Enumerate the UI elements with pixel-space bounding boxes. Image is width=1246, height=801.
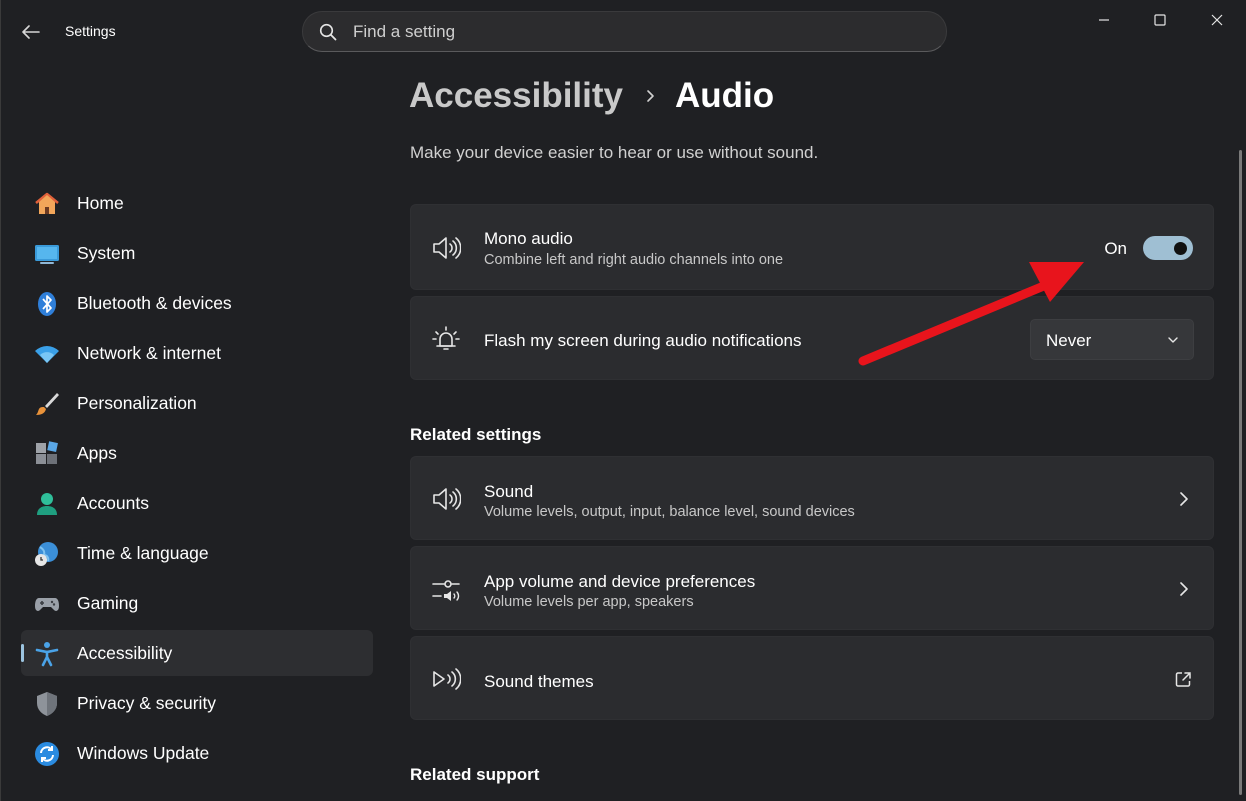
gamepad-icon xyxy=(35,598,59,611)
chevron-down-icon xyxy=(1168,337,1178,343)
sidebar-item-apps[interactable]: Apps xyxy=(21,430,373,476)
external-link-icon xyxy=(1175,672,1191,687)
minimize-icon xyxy=(1099,19,1109,21)
sidebar-item-home[interactable]: Home xyxy=(21,180,373,226)
speaker-icon xyxy=(433,237,461,259)
chevron-right-icon xyxy=(1180,492,1188,506)
sidebar-item-time-language[interactable]: Time & language xyxy=(21,530,373,576)
globe-clock-icon xyxy=(35,542,58,566)
back-arrow-icon xyxy=(22,25,40,39)
sidebar-item-label: Gaming xyxy=(77,592,139,613)
back-button[interactable] xyxy=(15,18,47,46)
sidebar-item-network[interactable]: Network & internet xyxy=(21,330,373,376)
breadcrumb-parent-link[interactable]: Accessibility xyxy=(409,76,623,116)
bell-flash-icon xyxy=(432,326,460,350)
setting-subtitle: Combine left and right audio channels in… xyxy=(484,252,784,268)
apps-icon xyxy=(36,441,58,464)
title-bar: Settings xyxy=(1,0,1246,62)
sidebar-item-windows-update[interactable]: Windows Update xyxy=(21,730,373,776)
bluetooth-icon xyxy=(38,292,56,316)
sidebar-item-gaming[interactable]: Gaming xyxy=(21,580,373,626)
mono-audio-toggle[interactable] xyxy=(1143,236,1193,260)
update-icon xyxy=(35,742,59,766)
sound-wave-icon xyxy=(433,668,461,690)
app-volume-link[interactable]: App volume and device preferences Volume… xyxy=(410,546,1214,630)
toggle-state-label: On xyxy=(1104,239,1127,258)
shield-icon xyxy=(37,692,57,716)
related-settings-heading: Related settings xyxy=(410,425,542,444)
close-icon xyxy=(1211,14,1223,26)
sidebar-item-label: Personalization xyxy=(77,392,197,413)
setting-title: Flash my screen during audio notificatio… xyxy=(484,331,802,350)
related-support-heading: Related support xyxy=(410,765,540,784)
accessibility-icon xyxy=(35,642,59,667)
settings-window: Settings Home xyxy=(0,0,1246,801)
page-description: Make your device easier to hear or use w… xyxy=(410,143,819,162)
mono-audio-setting: Mono audio Combine left and right audio … xyxy=(410,204,1214,290)
app-title: Settings xyxy=(65,23,116,39)
setting-title: Sound xyxy=(484,482,534,501)
sidebar-nav: Home System Bluetooth & devices Network … xyxy=(21,180,373,780)
sidebar-item-system[interactable]: System xyxy=(21,230,373,276)
sidebar-item-label: Windows Update xyxy=(77,742,210,763)
sidebar-item-personalization[interactable]: Personalization xyxy=(21,380,373,426)
setting-title: App volume and device preferences xyxy=(484,572,756,591)
sidebar-item-label: Apps xyxy=(77,442,117,463)
sidebar-item-label: Accounts xyxy=(77,492,149,513)
close-button[interactable] xyxy=(1189,0,1245,40)
toggle-knob xyxy=(1174,242,1187,255)
home-icon xyxy=(35,192,59,214)
setting-subtitle: Volume levels, output, input, balance le… xyxy=(484,504,855,520)
flash-screen-dropdown[interactable]: Never xyxy=(1030,319,1194,360)
search-input[interactable] xyxy=(353,21,913,42)
page-title: Audio xyxy=(675,76,775,115)
search-box[interactable] xyxy=(302,11,947,52)
sidebar-item-accounts[interactable]: Accounts xyxy=(21,480,373,526)
minimize-button[interactable] xyxy=(1076,0,1132,40)
sidebar-item-bluetooth[interactable]: Bluetooth & devices xyxy=(21,280,373,326)
setting-title: Mono audio xyxy=(484,229,573,248)
speaker-icon xyxy=(433,488,461,510)
chevron-right-icon xyxy=(1180,582,1188,596)
maximize-button[interactable] xyxy=(1132,0,1188,40)
sidebar-item-label: Accessibility xyxy=(77,642,173,663)
setting-title: Sound themes xyxy=(484,672,594,691)
maximize-icon xyxy=(1154,14,1166,26)
breadcrumb: Accessibility Audio xyxy=(409,72,774,120)
chevron-right-icon xyxy=(647,90,654,102)
sidebar-item-privacy-security[interactable]: Privacy & security xyxy=(21,680,373,726)
sidebar-item-accessibility[interactable]: Accessibility xyxy=(21,630,373,676)
sidebar-item-label: Time & language xyxy=(77,542,209,563)
app-volume-icon xyxy=(432,580,460,601)
sidebar-item-label: Privacy & security xyxy=(77,692,217,713)
setting-subtitle: Volume levels per app, speakers xyxy=(484,594,694,610)
sidebar-item-label: System xyxy=(77,242,136,263)
search-icon xyxy=(319,23,337,40)
sidebar-item-label: Bluetooth & devices xyxy=(77,292,232,313)
scrollbar[interactable] xyxy=(1239,150,1242,795)
sound-link[interactable]: Sound Volume levels, output, input, bala… xyxy=(410,456,1214,540)
wifi-icon xyxy=(35,346,59,363)
monitor-icon xyxy=(35,245,59,264)
sound-themes-link[interactable]: Sound themes xyxy=(410,636,1214,720)
flash-screen-setting: Flash my screen during audio notificatio… xyxy=(410,296,1214,380)
sidebar-item-label: Home xyxy=(77,192,124,213)
dropdown-value: Never xyxy=(1046,331,1092,350)
sidebar-item-label: Network & internet xyxy=(77,342,221,363)
paintbrush-icon xyxy=(36,393,59,415)
person-icon xyxy=(37,493,57,515)
